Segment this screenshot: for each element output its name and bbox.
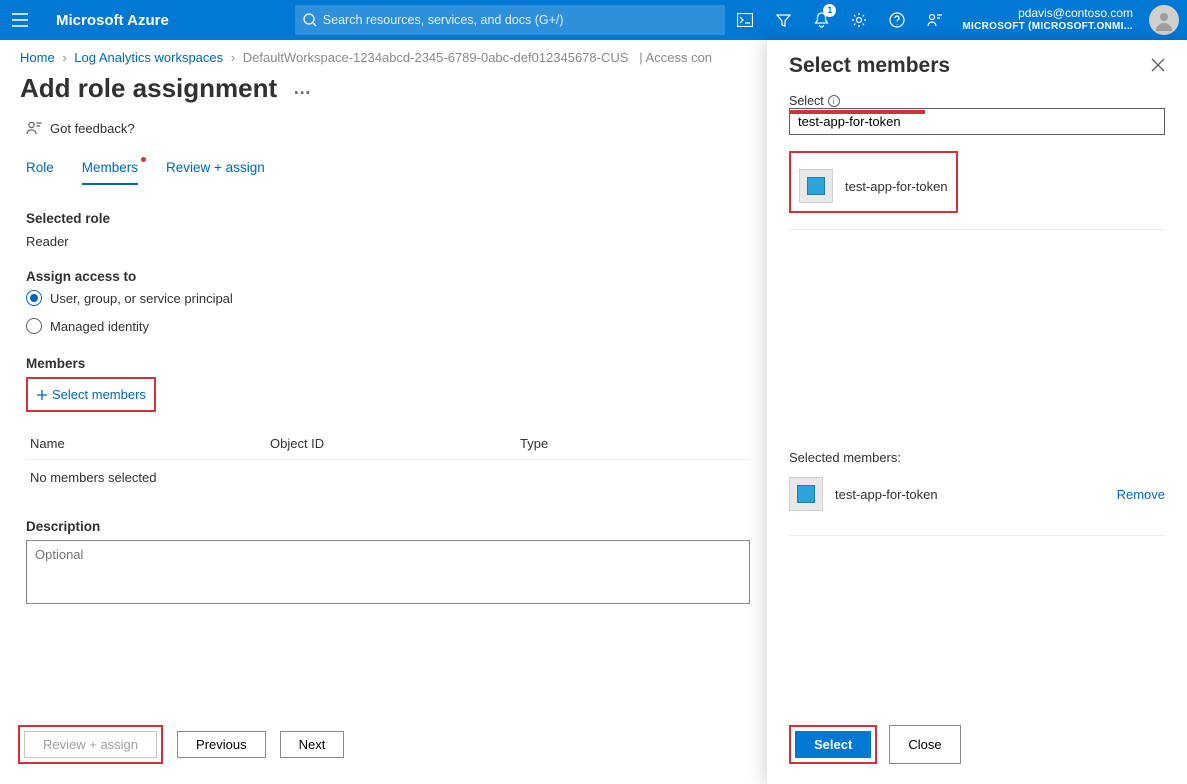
radio-icon xyxy=(26,290,42,306)
cloud-shell-icon[interactable] xyxy=(726,0,764,40)
remove-link[interactable]: Remove xyxy=(1117,487,1165,502)
review-assign-button[interactable]: Review + assign xyxy=(24,731,157,758)
search-input[interactable] xyxy=(317,13,717,27)
crumb-workspaces[interactable]: Log Analytics workspaces xyxy=(74,50,223,65)
panel-header: Select members xyxy=(767,40,1187,84)
page-title: Add role assignment xyxy=(20,73,277,104)
brand-title[interactable]: Microsoft Azure xyxy=(40,12,185,29)
result-item[interactable]: test-app-for-token xyxy=(793,163,954,209)
select-field-label: Select i xyxy=(789,94,1165,108)
more-icon[interactable]: … xyxy=(293,78,313,99)
feedback-label: Got feedback? xyxy=(50,121,135,136)
selected-member-row: test-app-for-token Remove xyxy=(789,469,1165,519)
app-icon xyxy=(789,477,823,511)
panel-footer: Select Close xyxy=(767,711,1187,784)
radio-user-label: User, group, or service principal xyxy=(50,291,233,306)
table-header: Name Object ID Type xyxy=(26,428,750,460)
feedback-top-icon[interactable] xyxy=(916,0,954,40)
app-icon xyxy=(799,169,833,203)
crumb-access: | Access con xyxy=(632,50,712,65)
radio-mi-label: Managed identity xyxy=(50,319,149,334)
help-icon[interactable] xyxy=(878,0,916,40)
footer: Review + assign Previous Next xyxy=(0,709,760,784)
plus-icon xyxy=(36,389,48,401)
select-button-highlight: Select xyxy=(789,725,877,764)
chevron-right-icon: › xyxy=(227,50,239,65)
select-button[interactable]: Select xyxy=(795,731,871,758)
crumb-workspace-name: DefaultWorkspace-1234abcd-2345-6789-0abc… xyxy=(243,50,629,65)
settings-icon[interactable] xyxy=(840,0,878,40)
panel-title: Select members xyxy=(789,54,950,78)
result-highlight: test-app-for-token xyxy=(789,151,958,213)
select-members-link[interactable]: Select members xyxy=(32,381,150,408)
col-name: Name xyxy=(30,436,270,451)
description-input[interactable] xyxy=(26,540,750,604)
tab-role[interactable]: Role xyxy=(26,160,54,185)
info-icon[interactable]: i xyxy=(828,95,840,107)
close-icon[interactable] xyxy=(1151,58,1165,75)
tab-review[interactable]: Review + assign xyxy=(166,160,265,185)
tab-members[interactable]: Members xyxy=(82,160,138,185)
person-icon xyxy=(1153,9,1175,31)
radio-icon xyxy=(26,318,42,334)
notification-badge: 1 xyxy=(823,4,836,17)
select-members-label: Select members xyxy=(52,387,146,402)
col-object-id: Object ID xyxy=(270,436,520,451)
select-members-panel: Select members Select i test-app-for-tok… xyxy=(767,40,1187,784)
col-type: Type xyxy=(520,436,746,451)
divider xyxy=(789,229,1165,230)
search-wrap xyxy=(295,5,725,35)
review-assign-highlight: Review + assign xyxy=(18,725,163,764)
members-table: Name Object ID Type No members selected xyxy=(26,428,750,495)
top-icons: 1 pdavis@contoso.com MICROSOFT (MICROSOF… xyxy=(726,0,1187,40)
crumb-home[interactable]: Home xyxy=(20,50,55,65)
user-org: MICROSOFT (MICROSOFT.ONMI... xyxy=(962,21,1133,33)
avatar[interactable] xyxy=(1149,5,1179,35)
hamburger-icon[interactable] xyxy=(0,0,40,40)
close-button[interactable]: Close xyxy=(889,725,960,764)
account-block[interactable]: pdavis@contoso.com MICROSOFT (MICROSOFT.… xyxy=(954,7,1141,32)
select-members-highlight: Select members xyxy=(26,377,156,412)
previous-button[interactable]: Previous xyxy=(177,731,266,758)
notifications-icon[interactable]: 1 xyxy=(802,0,840,40)
chevron-right-icon: › xyxy=(58,50,70,65)
filter-icon[interactable] xyxy=(764,0,802,40)
search-icon xyxy=(303,13,317,27)
selected-members-label: Selected members: xyxy=(789,450,1165,469)
next-button[interactable]: Next xyxy=(280,731,345,758)
panel-body: Select i test-app-for-token Selected mem… xyxy=(767,84,1187,711)
user-email: pdavis@contoso.com xyxy=(962,7,1133,21)
select-input-highlight xyxy=(789,110,925,114)
tab-members-dot-icon xyxy=(141,157,146,162)
result-name: test-app-for-token xyxy=(845,179,948,194)
selected-member-name: test-app-for-token xyxy=(835,487,1105,502)
search-box[interactable] xyxy=(295,5,725,35)
table-empty: No members selected xyxy=(26,460,750,495)
top-bar: Microsoft Azure 1 pdavis@contoso.com MIC… xyxy=(0,0,1187,40)
feedback-icon xyxy=(26,120,42,136)
